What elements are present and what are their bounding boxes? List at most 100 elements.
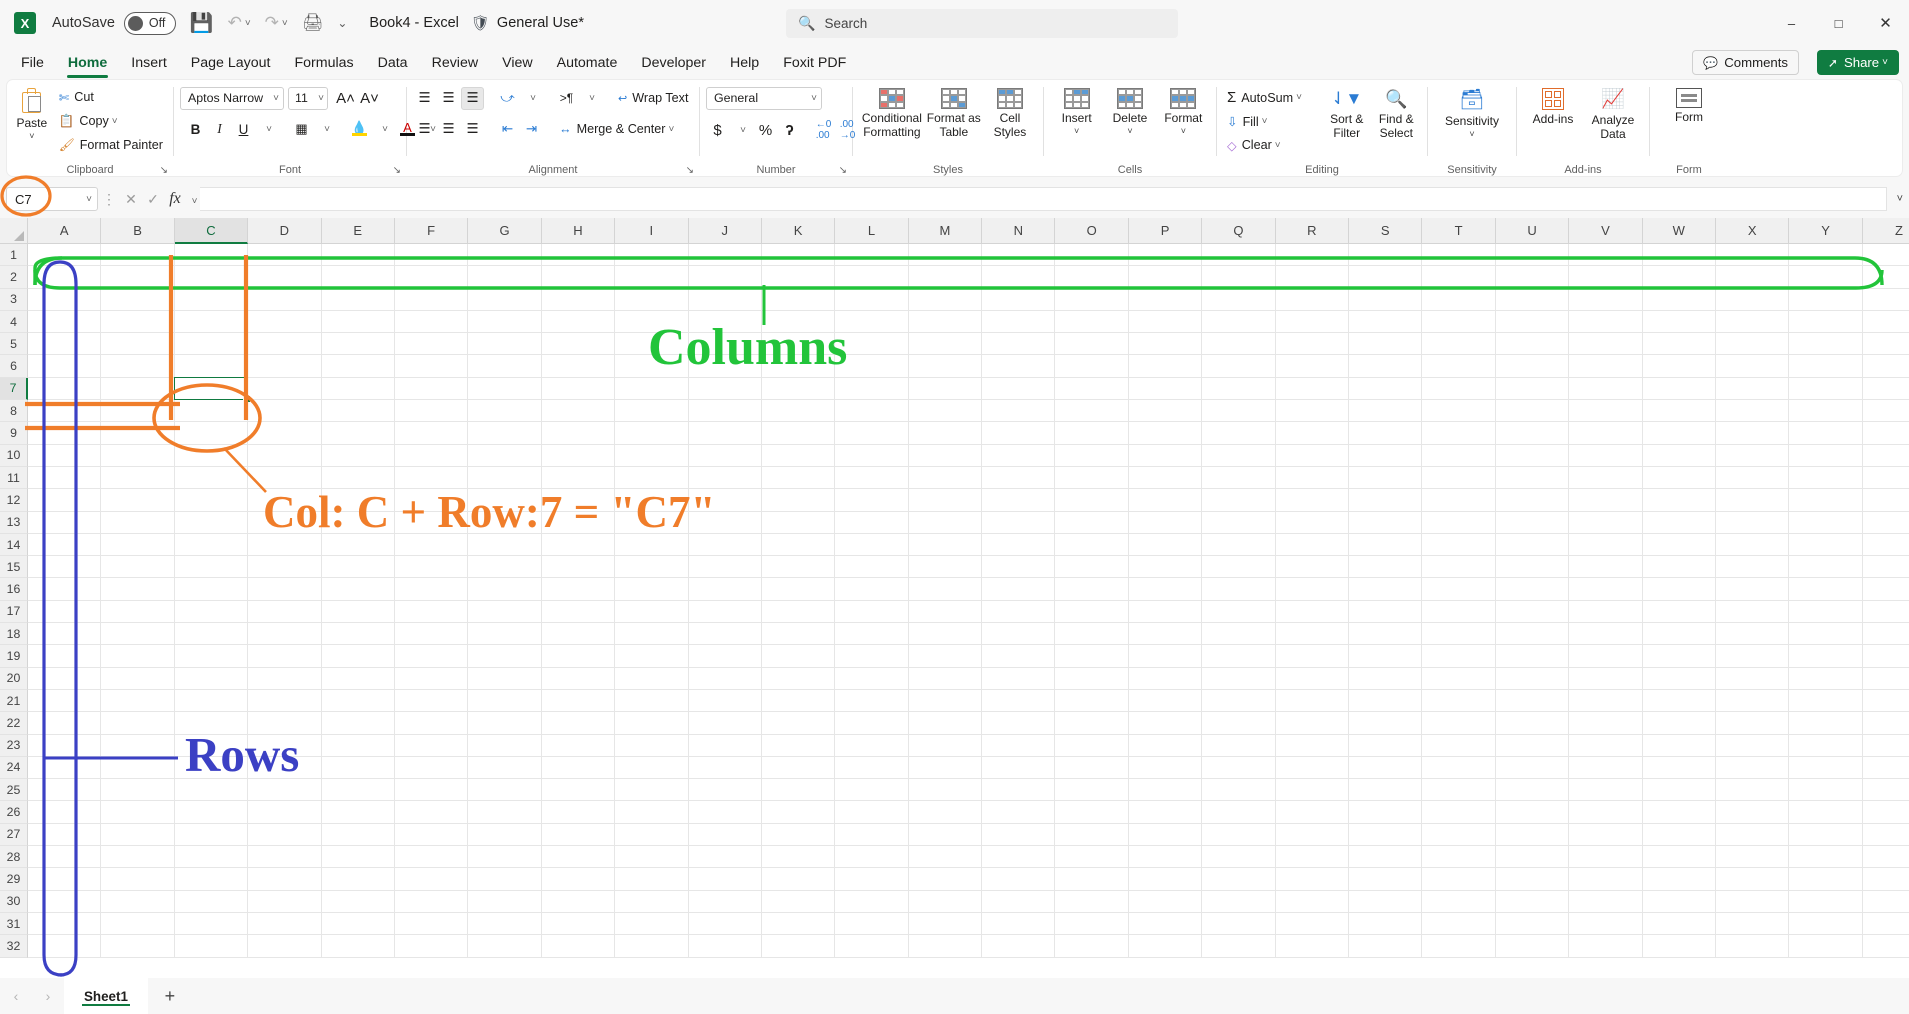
- cell-X29[interactable]: [1715, 868, 1790, 891]
- cell-T32[interactable]: [1422, 935, 1496, 958]
- cell-A21[interactable]: [28, 689, 102, 713]
- cell-G2[interactable]: [468, 266, 542, 289]
- cell-D27[interactable]: [248, 823, 322, 847]
- cell-C29[interactable]: [174, 868, 249, 891]
- cell-R12[interactable]: [1275, 489, 1350, 512]
- tab-file[interactable]: File: [10, 52, 55, 74]
- cell-G17[interactable]: [468, 600, 542, 624]
- cell-U22[interactable]: [1495, 712, 1570, 735]
- align-left-icon[interactable]: ☰: [413, 118, 436, 141]
- cell-Q1[interactable]: [1202, 244, 1276, 267]
- cell-P32[interactable]: [1128, 935, 1203, 958]
- cell-O11[interactable]: [1055, 466, 1129, 490]
- cell-E18[interactable]: [321, 623, 395, 646]
- cell-E27[interactable]: [321, 823, 395, 847]
- cell-V16[interactable]: [1569, 578, 1643, 601]
- cell-F27[interactable]: [394, 823, 469, 847]
- cell-C12[interactable]: [174, 489, 249, 512]
- cell-M6[interactable]: [908, 355, 983, 378]
- cell-P2[interactable]: [1128, 266, 1203, 289]
- cell-V13[interactable]: [1569, 511, 1643, 534]
- cell-P24[interactable]: [1128, 756, 1203, 780]
- cell-F17[interactable]: [394, 600, 469, 624]
- cell-L13[interactable]: [835, 511, 909, 534]
- column-header-Q[interactable]: Q: [1202, 218, 1276, 244]
- column-header-D[interactable]: D: [248, 218, 322, 244]
- cell-V32[interactable]: [1569, 935, 1643, 958]
- chevron-down-icon[interactable]: ˅: [1275, 140, 1281, 151]
- tab-foxit-pdf[interactable]: Foxit PDF: [772, 52, 857, 74]
- row-header-13[interactable]: 13: [0, 511, 28, 534]
- row-header-19[interactable]: 19: [0, 645, 28, 668]
- cell-B32[interactable]: [101, 935, 175, 958]
- cell-R10[interactable]: [1275, 444, 1350, 467]
- cell-D12[interactable]: [248, 489, 322, 512]
- cell-L22[interactable]: [835, 712, 909, 735]
- cell-J26[interactable]: [688, 801, 762, 824]
- cell-A13[interactable]: [28, 511, 102, 534]
- cell-O13[interactable]: [1055, 511, 1129, 534]
- cell-G1[interactable]: [468, 244, 542, 267]
- cell-N5[interactable]: [982, 333, 1056, 356]
- cell-Y18[interactable]: [1789, 623, 1863, 646]
- cell-E5[interactable]: [321, 333, 395, 356]
- cell-O21[interactable]: [1055, 689, 1129, 713]
- cell-W9[interactable]: [1642, 422, 1716, 445]
- cell-Y13[interactable]: [1789, 511, 1863, 534]
- cell-L4[interactable]: [835, 310, 909, 334]
- cell-S32[interactable]: [1349, 935, 1423, 958]
- cell-J9[interactable]: [688, 422, 762, 445]
- cell-J5[interactable]: [688, 333, 762, 356]
- cell-H16[interactable]: [541, 578, 616, 601]
- cell-J25[interactable]: [688, 779, 762, 802]
- cell-Q21[interactable]: [1202, 689, 1276, 713]
- cell-K3[interactable]: [761, 288, 836, 311]
- cell-O28[interactable]: [1055, 846, 1129, 869]
- cell-C24[interactable]: [174, 756, 249, 780]
- cell-G25[interactable]: [468, 779, 542, 802]
- row-header-22[interactable]: 22: [0, 712, 28, 735]
- cell-X6[interactable]: [1715, 355, 1790, 378]
- cell-G21[interactable]: [468, 689, 542, 713]
- cell-F5[interactable]: [394, 333, 469, 356]
- cell-O31[interactable]: [1055, 912, 1129, 936]
- cell-N25[interactable]: [982, 779, 1056, 802]
- cell-U24[interactable]: [1495, 756, 1570, 780]
- cell-Q13[interactable]: [1202, 511, 1276, 534]
- cell-C10[interactable]: [174, 444, 249, 467]
- cell-S3[interactable]: [1349, 288, 1423, 311]
- cell-E20[interactable]: [321, 667, 395, 690]
- cell-J8[interactable]: [688, 400, 762, 423]
- cell-I1[interactable]: [615, 244, 689, 267]
- row-header-16[interactable]: 16: [0, 578, 28, 601]
- row-header-31[interactable]: 31: [0, 912, 28, 936]
- cell-I27[interactable]: [615, 823, 689, 847]
- cell-D3[interactable]: [248, 288, 322, 311]
- column-header-M[interactable]: M: [908, 218, 983, 244]
- cell-S1[interactable]: [1349, 244, 1423, 267]
- cell-W2[interactable]: [1642, 266, 1716, 289]
- cell-N2[interactable]: [982, 266, 1056, 289]
- cell-C19[interactable]: [174, 645, 249, 668]
- row-header-28[interactable]: 28: [0, 846, 28, 869]
- cell-V15[interactable]: [1569, 556, 1643, 579]
- cell-X13[interactable]: [1715, 511, 1790, 534]
- row-header-29[interactable]: 29: [0, 868, 28, 891]
- cell-D24[interactable]: [248, 756, 322, 780]
- currency-format-button[interactable]: $: [706, 119, 729, 142]
- cell-E2[interactable]: [321, 266, 395, 289]
- cell-X5[interactable]: [1715, 333, 1790, 356]
- cell-C3[interactable]: [174, 288, 249, 311]
- cell-O12[interactable]: [1055, 489, 1129, 512]
- chevron-down-icon[interactable]: ˅: [1127, 126, 1132, 136]
- cell-G6[interactable]: [468, 355, 542, 378]
- cell-S29[interactable]: [1349, 868, 1423, 891]
- row-header-25[interactable]: 25: [0, 779, 28, 802]
- cell-C30[interactable]: [174, 890, 249, 913]
- cell-K32[interactable]: [761, 935, 836, 958]
- cell-O16[interactable]: [1055, 578, 1129, 601]
- cell-P17[interactable]: [1128, 600, 1203, 624]
- cell-D21[interactable]: [248, 689, 322, 713]
- cell-M13[interactable]: [908, 511, 983, 534]
- cell-O3[interactable]: [1055, 288, 1129, 311]
